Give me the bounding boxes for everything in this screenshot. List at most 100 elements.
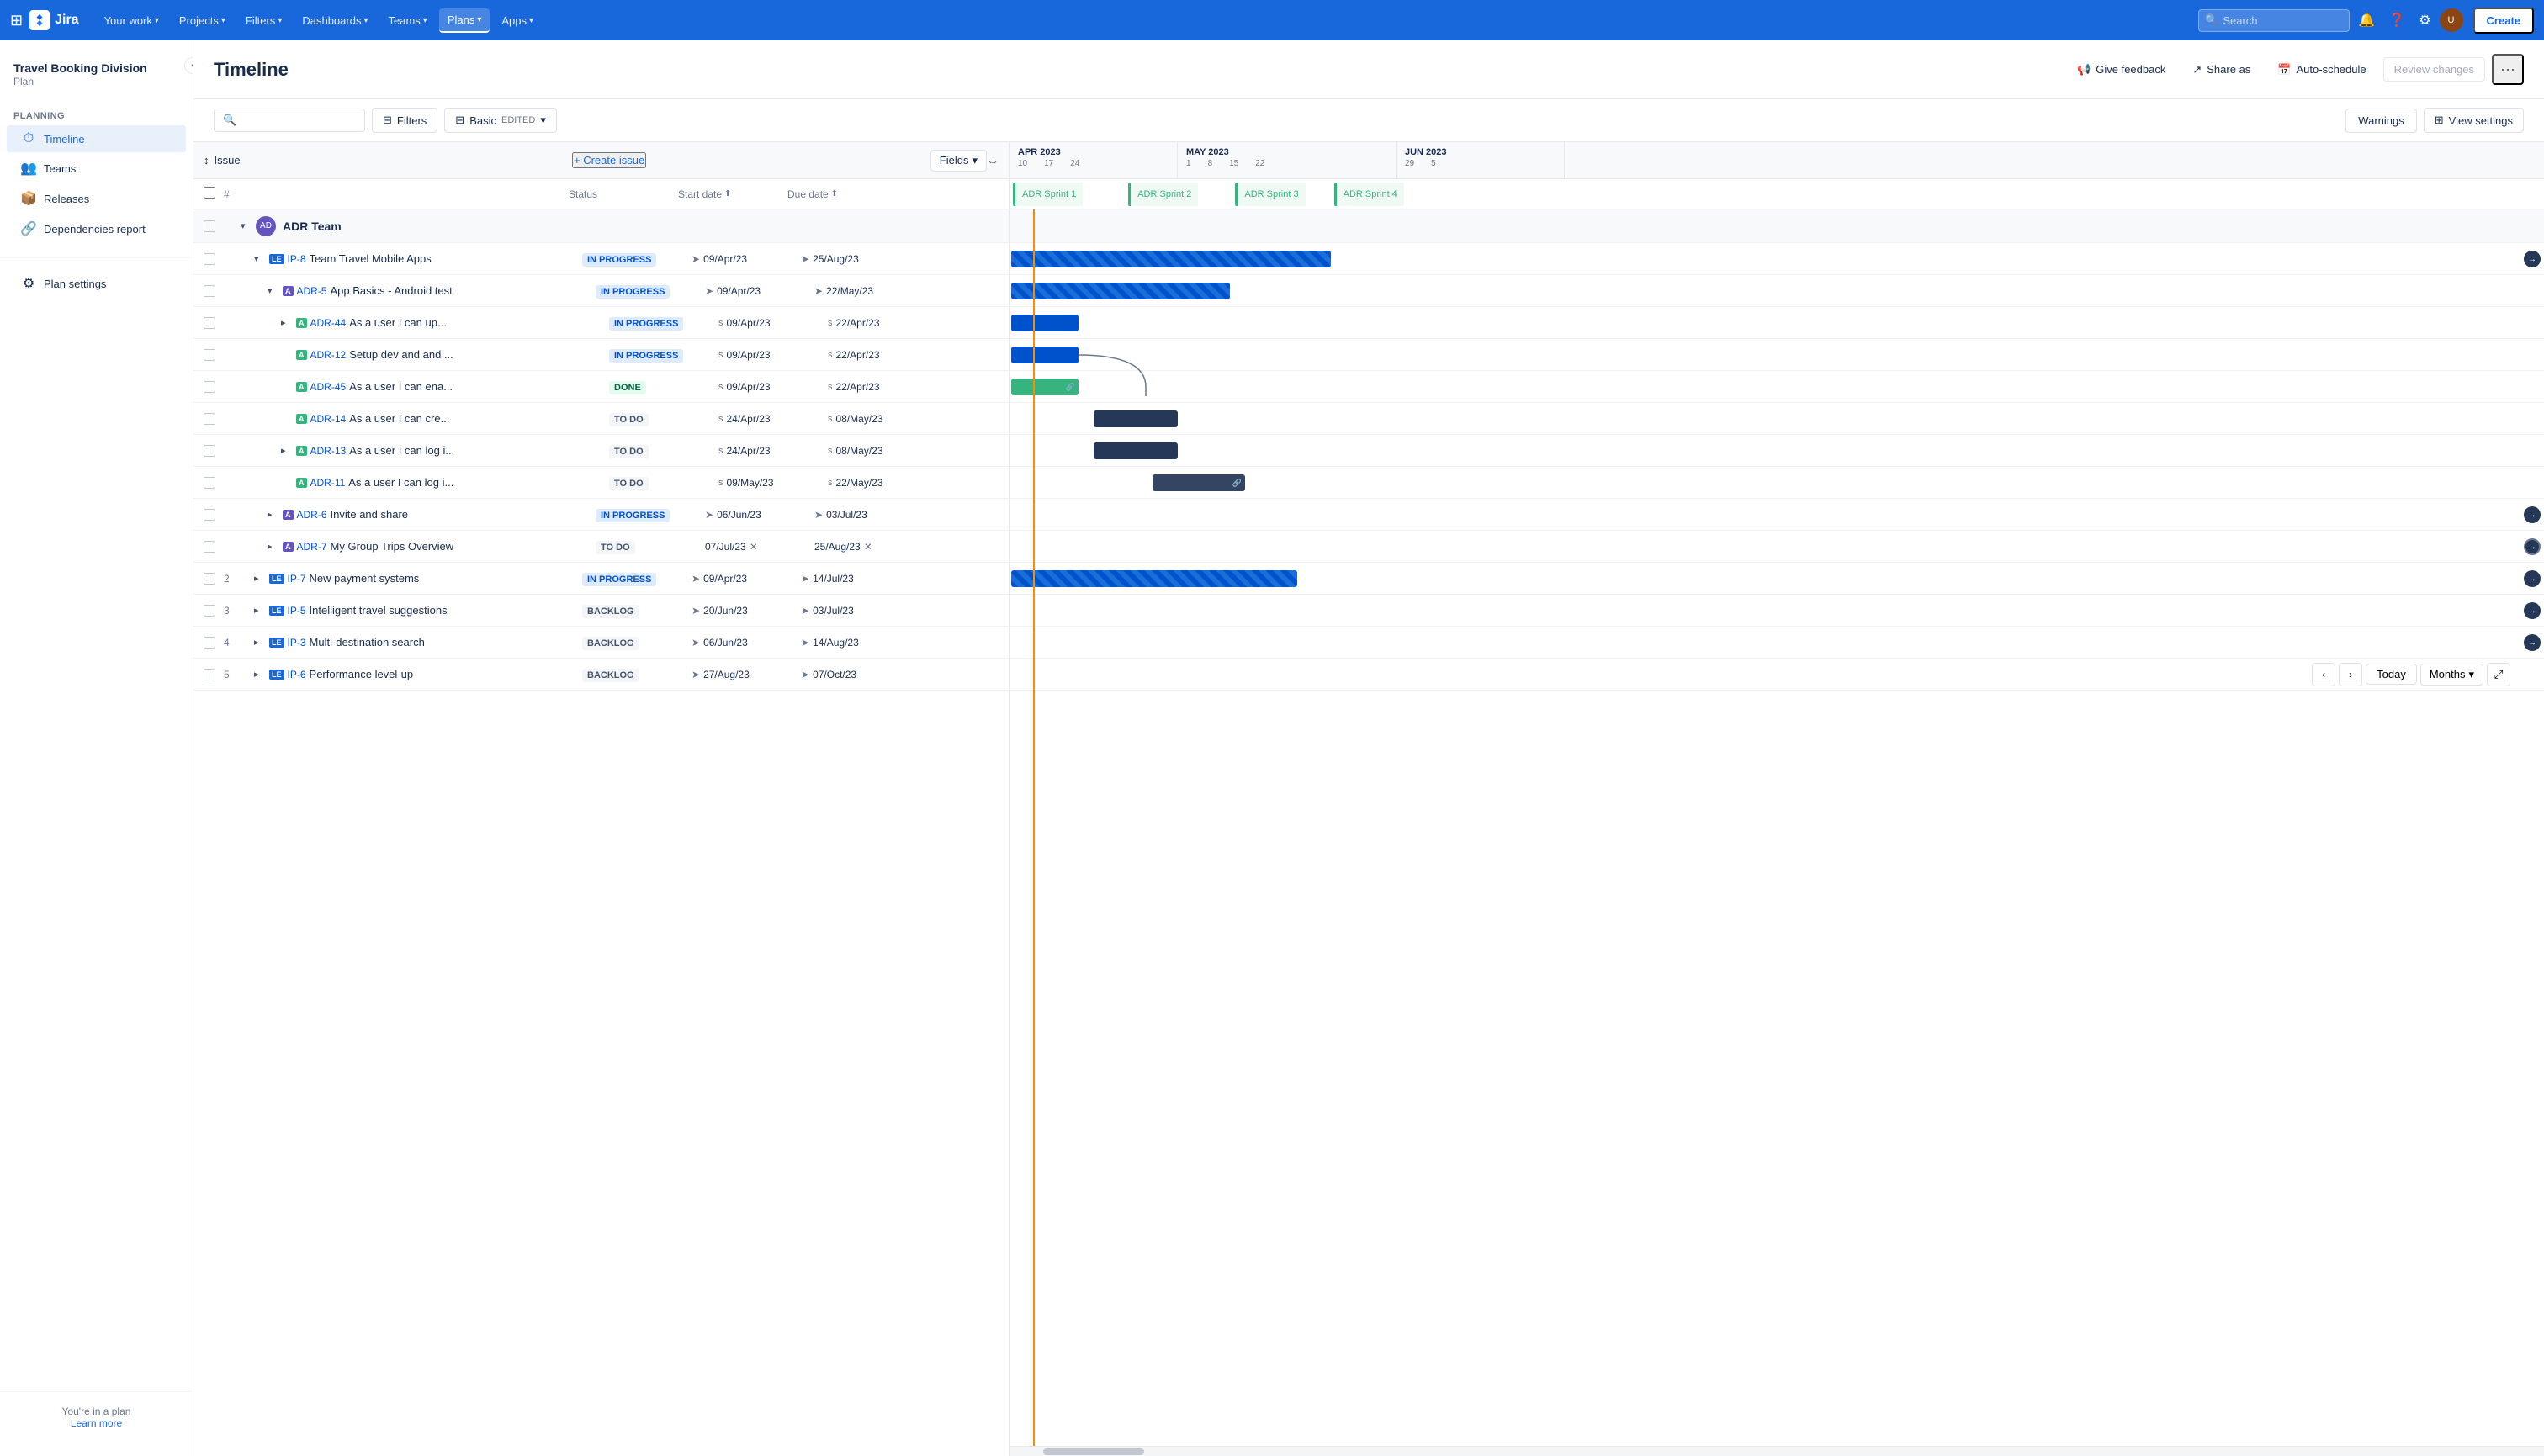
- gantt-bar-adr12[interactable]: [1011, 347, 1079, 363]
- expand-icon[interactable]: ▸: [268, 509, 279, 520]
- create-button[interactable]: Create: [2473, 8, 2534, 34]
- gantt-next-button[interactable]: ›: [2339, 663, 2362, 686]
- help-icon[interactable]: ❓: [2383, 7, 2410, 34]
- issue-id-link[interactable]: ADR-11: [310, 477, 346, 489]
- gantt-bar-adr45[interactable]: 🔗: [1011, 379, 1079, 395]
- issue-id-link[interactable]: IP-8: [288, 253, 306, 265]
- gantt-prev-button[interactable]: ‹: [2312, 663, 2335, 686]
- sidebar-item-teams[interactable]: 👥 Teams: [7, 154, 186, 183]
- issue-id-link[interactable]: ADR-13: [310, 445, 347, 457]
- view-settings-button[interactable]: ⊞ View settings: [2424, 108, 2524, 133]
- issue-id-link[interactable]: IP-3: [288, 637, 306, 649]
- row-checkbox[interactable]: [204, 669, 215, 680]
- row-checkbox[interactable]: [204, 381, 215, 393]
- filters-button[interactable]: ⊟ Filters: [372, 108, 437, 133]
- sidebar-item-dependencies[interactable]: 🔗 Dependencies report: [7, 214, 186, 243]
- settings-icon[interactable]: ⚙: [2414, 7, 2435, 34]
- gantt-bar-adr44[interactable]: [1011, 315, 1079, 331]
- notifications-icon[interactable]: 🔔: [2353, 7, 2380, 34]
- expand-icon[interactable]: ▸: [268, 541, 279, 552]
- nav-teams[interactable]: Teams▾: [379, 9, 435, 32]
- issue-id-link[interactable]: IP-5: [288, 605, 306, 617]
- gantt-bar-adr14[interactable]: [1094, 410, 1178, 427]
- select-all-checkbox[interactable]: [204, 187, 215, 199]
- expand-icon[interactable]: ▸: [281, 445, 293, 456]
- clear-start-icon[interactable]: ✕: [750, 541, 758, 553]
- search-input[interactable]: [2198, 9, 2350, 32]
- share-as-button[interactable]: ↗ Share as: [2182, 58, 2260, 82]
- row-checkbox[interactable]: [204, 413, 215, 425]
- gantt-scrollbar-thumb[interactable]: [1043, 1448, 1144, 1455]
- nav-apps[interactable]: Apps▾: [493, 9, 542, 32]
- sidebar-item-timeline[interactable]: ⏱ Timeline: [7, 125, 186, 152]
- row-checkbox[interactable]: [204, 509, 215, 521]
- expand-collapse-icon[interactable]: ⇔: [987, 154, 999, 167]
- gantt-bar-adr11[interactable]: 🔗: [1153, 474, 1245, 491]
- row-checkbox[interactable]: [204, 541, 215, 553]
- gantt-bar-ip8[interactable]: [1011, 251, 1331, 267]
- nav-plans[interactable]: Plans▾: [439, 8, 490, 33]
- user-avatar[interactable]: U: [2440, 8, 2463, 32]
- gantt-nav-ip3[interactable]: →: [2524, 634, 2541, 651]
- issue-id-link[interactable]: ADR-44: [310, 317, 347, 329]
- issue-id-link[interactable]: ADR-6: [297, 509, 327, 521]
- row-checkbox[interactable]: [204, 317, 215, 329]
- learn-more-link[interactable]: Learn more: [71, 1417, 122, 1429]
- search-box[interactable]: 🔍: [214, 109, 365, 132]
- issue-id-link[interactable]: ADR-7: [297, 541, 327, 553]
- give-feedback-button[interactable]: 📢 Give feedback: [2067, 58, 2176, 82]
- row-checkbox[interactable]: [204, 637, 215, 649]
- gantt-bar-adr13[interactable]: [1094, 442, 1178, 459]
- issue-id-link[interactable]: ADR-12: [310, 349, 347, 361]
- nav-dashboards[interactable]: Dashboards▾: [294, 9, 376, 32]
- content-header: Timeline 📢 Give feedback ↗ Share as 📅 Au…: [193, 40, 2544, 99]
- row-checkbox[interactable]: [204, 573, 215, 585]
- clear-due-icon[interactable]: ✕: [864, 541, 872, 553]
- gantt-scrollbar[interactable]: [1010, 1446, 2544, 1456]
- row-checkbox[interactable]: [204, 477, 215, 489]
- basic-button[interactable]: ⊟ Basic EDITED ▾: [444, 108, 557, 133]
- expand-icon[interactable]: ▸: [281, 317, 293, 328]
- gantt-bar-adr5[interactable]: [1011, 283, 1230, 299]
- sidebar-item-plan-settings[interactable]: ⚙ Plan settings: [7, 269, 186, 298]
- expand-icon[interactable]: ▾: [268, 285, 279, 296]
- row-checkbox[interactable]: [204, 605, 215, 617]
- grid-icon[interactable]: ⊞: [10, 12, 23, 29]
- issue-id-link[interactable]: IP-7: [288, 573, 306, 585]
- gantt-months-button[interactable]: Months ▾: [2420, 664, 2483, 686]
- gantt-nav-ip5[interactable]: →: [2524, 602, 2541, 619]
- nav-your-work[interactable]: Your work▾: [96, 9, 167, 32]
- create-issue-button[interactable]: + Create issue: [572, 152, 646, 168]
- row-checkbox[interactable]: [204, 285, 215, 297]
- row-checkbox[interactable]: [204, 220, 215, 232]
- more-options-button[interactable]: ···: [2492, 54, 2524, 85]
- fullscreen-button[interactable]: ⤢: [2487, 663, 2510, 686]
- start-sort-icon[interactable]: ⬆: [724, 189, 731, 199]
- nav-projects[interactable]: Projects▾: [171, 9, 234, 32]
- search-field[interactable]: [241, 114, 342, 127]
- sidebar-item-releases[interactable]: 📦 Releases: [7, 184, 186, 213]
- expand-icon[interactable]: ▸: [254, 605, 266, 616]
- gantt-nav-adr6[interactable]: →: [2524, 506, 2541, 523]
- issue-id-link[interactable]: ADR-45: [310, 381, 347, 393]
- gantt-bar-ip7[interactable]: [1011, 570, 1297, 587]
- expand-icon[interactable]: ▾: [254, 253, 266, 264]
- expand-icon[interactable]: ▸: [254, 669, 266, 680]
- due-sort-icon[interactable]: ⬆: [831, 189, 838, 199]
- nav-filters[interactable]: Filters▾: [237, 9, 290, 32]
- issue-id-link[interactable]: ADR-14: [310, 413, 347, 425]
- gantt-today-button[interactable]: Today: [2366, 664, 2417, 685]
- fields-button[interactable]: Fields ▾: [930, 150, 987, 172]
- expand-icon[interactable]: ▸: [254, 637, 266, 648]
- jira-logo[interactable]: Jira: [29, 10, 78, 30]
- group-expand-icon[interactable]: ▾: [241, 220, 252, 231]
- issue-id-link[interactable]: IP-6: [288, 669, 306, 680]
- warnings-button[interactable]: Warnings: [2345, 109, 2416, 133]
- row-checkbox[interactable]: [204, 253, 215, 265]
- expand-icon[interactable]: ▸: [254, 573, 266, 584]
- row-checkbox[interactable]: [204, 445, 215, 457]
- auto-schedule-button[interactable]: 📅 Auto-schedule: [2267, 58, 2376, 82]
- row-checkbox[interactable]: [204, 349, 215, 361]
- issue-id-link[interactable]: ADR-5: [297, 285, 327, 297]
- gantt-nav-adr7[interactable]: →: [2524, 538, 2541, 555]
